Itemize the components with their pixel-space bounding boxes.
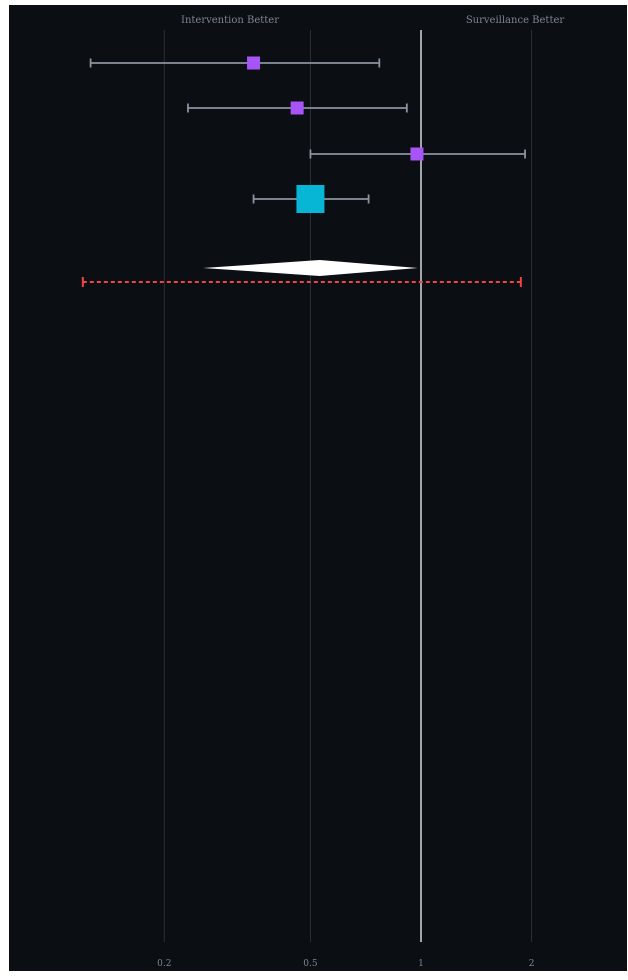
x-tick-label: 1 — [418, 959, 424, 969]
direction-label-right: Surveillance Better — [466, 15, 565, 26]
study-estimate-marker — [247, 56, 261, 70]
forest-plot: Intervention Better Surveillance Better … — [0, 0, 628, 976]
plot-background — [9, 5, 627, 971]
pooled-estimate-marker — [296, 185, 325, 213]
x-tick-label: 0.5 — [303, 959, 318, 969]
forest-plot-svg: Intervention Better Surveillance Better … — [0, 0, 628, 976]
study-estimate-marker — [410, 147, 424, 161]
study-estimate-marker — [290, 101, 304, 115]
x-tick-label: 2 — [529, 959, 535, 969]
x-tick-label: 0.2 — [157, 959, 171, 969]
direction-label-left: Intervention Better — [181, 15, 279, 26]
